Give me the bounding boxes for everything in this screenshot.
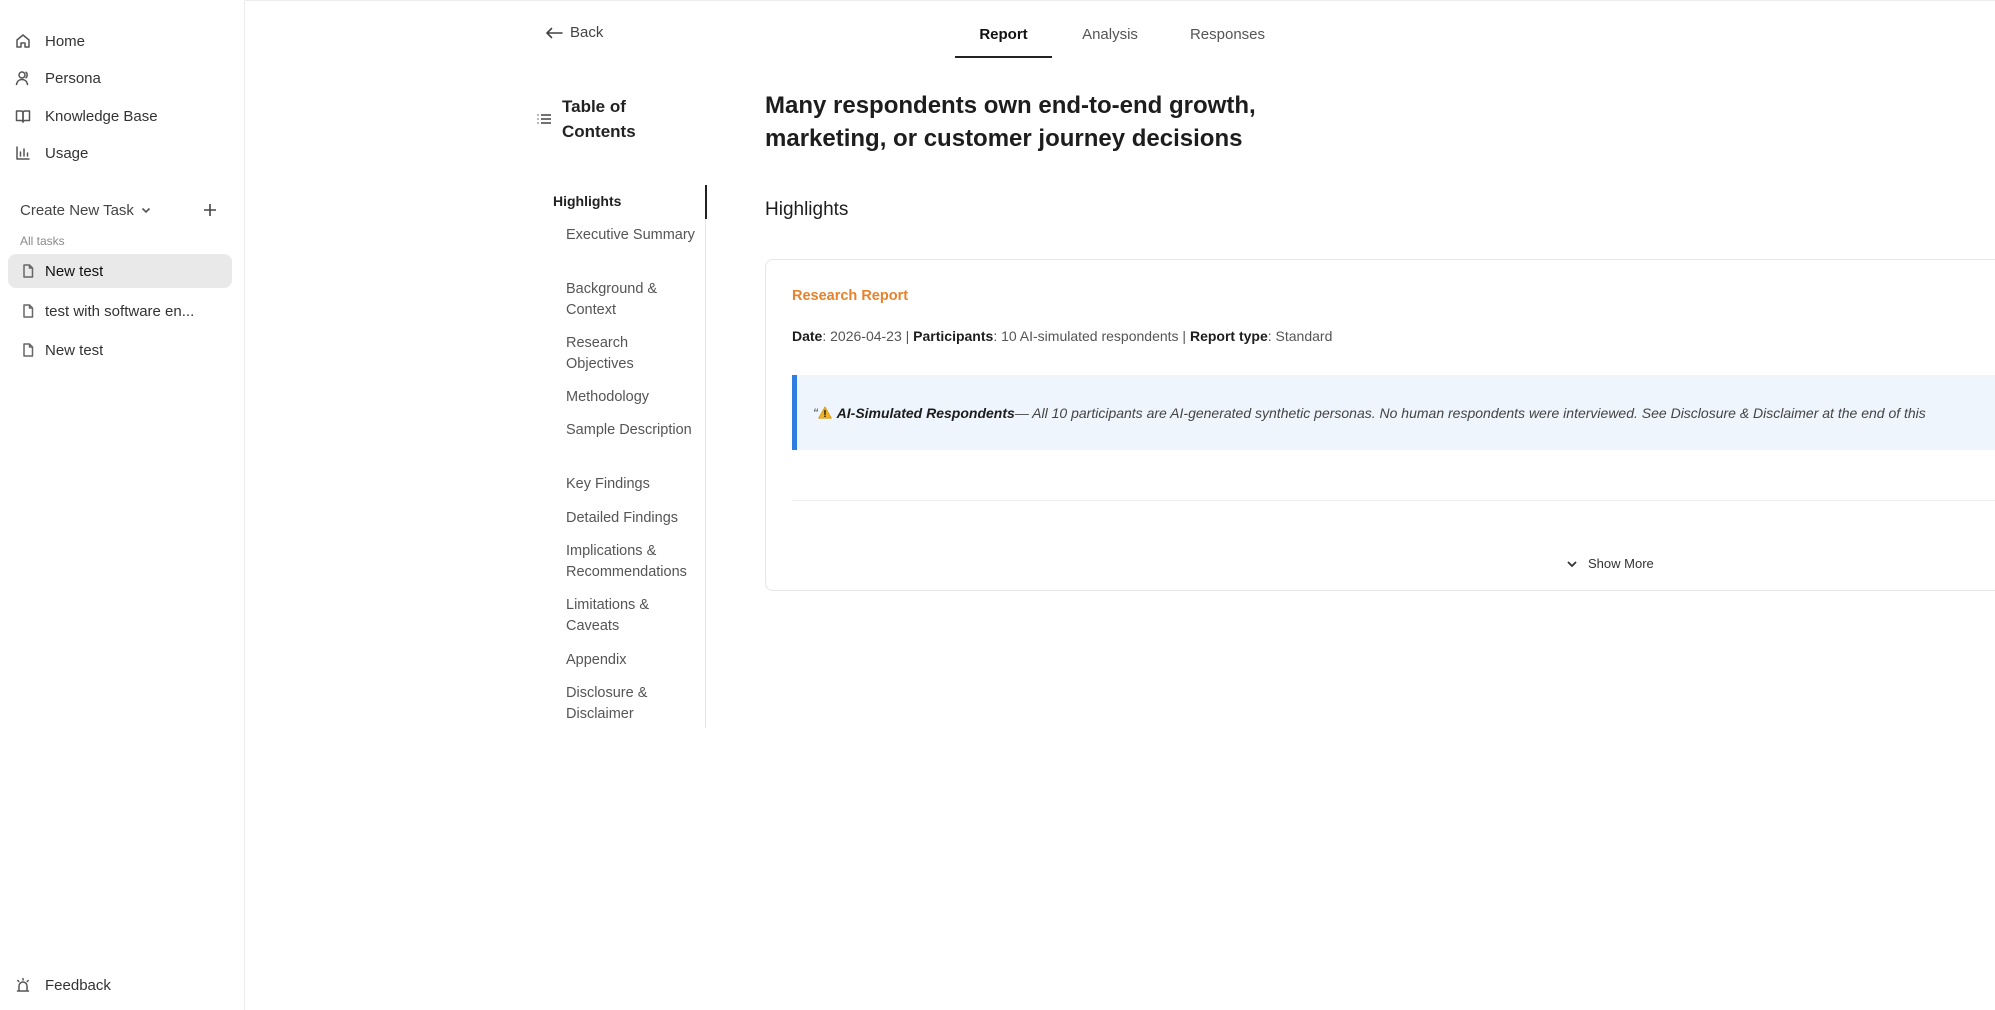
tab-analysis[interactable]: Analysis	[1070, 22, 1150, 58]
document-icon	[23, 264, 34, 278]
document-icon	[23, 304, 34, 318]
report-card: Research Report Date: 2026-04-23 | Parti…	[765, 259, 1995, 591]
participants-value: : 10 AI-simulated respondents |	[993, 328, 1190, 344]
toc-item-limitations-caveats[interactable]: Limitations & Caveats	[566, 595, 696, 636]
toc-item-implications-recommendations[interactable]: Implications & Recommendations	[566, 541, 706, 582]
toc-item-detailed-findings[interactable]: Detailed Findings	[566, 508, 696, 529]
callout-text: — All 10 participants are AI-generated s…	[1014, 404, 1926, 421]
toc-item-background-context[interactable]: Background & Context	[566, 279, 696, 320]
nav-persona[interactable]: Persona	[14, 63, 101, 93]
nav-usage[interactable]: Usage	[14, 138, 88, 168]
nav-home-label: Home	[45, 32, 86, 50]
report-meta: Date: 2026-04-23 | Participants: 10 AI-s…	[792, 328, 1332, 344]
task-item[interactable]: New test	[8, 254, 232, 288]
add-task-button[interactable]	[200, 200, 220, 220]
create-new-task-dropdown[interactable]: Create New Task	[20, 202, 152, 219]
person-icon	[14, 69, 32, 87]
nav-usage-label: Usage	[45, 144, 89, 162]
toc-item-sample-description[interactable]: Sample Description	[566, 420, 696, 441]
section-heading: Highlights	[765, 199, 849, 220]
warning-icon	[817, 405, 832, 421]
toc-title: Table of Contents	[562, 97, 636, 141]
document-icon	[23, 343, 34, 357]
arrow-left-icon	[546, 27, 563, 38]
toc-track	[705, 185, 706, 728]
plus-icon	[204, 204, 216, 216]
toc-active-indicator	[705, 185, 707, 219]
bar-chart-icon	[14, 144, 32, 162]
task-item[interactable]: test with software en...	[8, 294, 232, 328]
chevron-down-icon	[141, 207, 151, 214]
tab-responses[interactable]: Responses	[1180, 22, 1275, 58]
tab-report-label: Report	[979, 26, 1028, 43]
create-new-task-label: Create New Task	[20, 201, 134, 219]
ai-disclaimer-callout: “AI-Simulated Respondents — All 10 parti…	[792, 375, 1995, 450]
nav-knowledge-base-label: Knowledge Base	[45, 107, 158, 125]
card-kicker: Research Report	[792, 288, 909, 304]
participants-label: Participants	[913, 328, 994, 344]
feedback-label: Feedback	[45, 976, 111, 994]
page-title: Many respondents own end-to-end growth, …	[765, 92, 1256, 152]
task-item[interactable]: New test	[8, 333, 232, 367]
card-divider	[792, 500, 1995, 501]
chevron-down-icon	[1567, 560, 1577, 567]
back-label: Back	[570, 24, 604, 41]
toc-item-highlights[interactable]: Highlights	[553, 191, 683, 212]
date-label: Date	[792, 328, 823, 344]
tab-report[interactable]: Report	[955, 22, 1052, 58]
tab-analysis-label: Analysis	[1082, 26, 1138, 43]
task-item-label: test with software en...	[45, 302, 195, 320]
nav-knowledge-base[interactable]: Knowledge Base	[14, 101, 158, 131]
task-item-label: New test	[45, 262, 104, 280]
toc-item-appendix[interactable]: Appendix	[566, 650, 696, 671]
show-more-button[interactable]: Show More	[1566, 556, 1654, 571]
toc-item-methodology[interactable]: Methodology	[566, 387, 696, 408]
tab-responses-label: Responses	[1189, 26, 1266, 43]
back-button[interactable]: Back	[545, 24, 603, 41]
toc-item-disclosure-disclaimer[interactable]: Disclosure & Disclaimer	[566, 683, 696, 724]
home-icon	[14, 32, 32, 50]
report-type-value: : Standard	[1267, 328, 1333, 344]
list-icon	[537, 114, 551, 124]
toc-header: Table of Contents	[536, 94, 672, 144]
date-value: : 2026-04-23 |	[822, 328, 914, 344]
task-item-label: New test	[45, 341, 104, 359]
nav-home[interactable]: Home	[14, 26, 85, 56]
callout-bold: AI-Simulated Respondents	[836, 404, 1015, 421]
siren-icon	[14, 976, 32, 994]
toc-item-research-objectives[interactable]: Research Objectives	[566, 333, 696, 374]
show-more-label: Show More	[1588, 556, 1654, 571]
report-type-label: Report type	[1189, 328, 1268, 344]
all-tasks-label: All tasks	[20, 234, 65, 248]
feedback-button[interactable]: Feedback	[14, 970, 111, 1000]
toc-item-executive-summary[interactable]: Executive Summary	[566, 225, 696, 246]
nav-persona-label: Persona	[45, 69, 101, 87]
toc-item-key-findings[interactable]: Key Findings	[566, 474, 696, 495]
top-border	[245, 0, 1995, 1]
sidebar: Home Persona Knowledge Base Usage Create…	[0, 0, 245, 1010]
book-icon	[14, 107, 32, 125]
create-task-row: Create New Task	[20, 198, 220, 222]
